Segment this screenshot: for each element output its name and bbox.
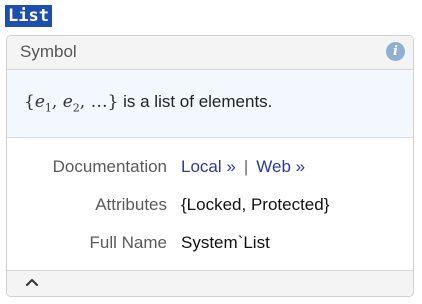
fullname-value: System`List [181,233,270,252]
documentation-row: Documentation Local » | Web » [7,154,413,180]
query-label: List [5,5,52,27]
documentation-label: Documentation [52,157,167,176]
attributes-value: {Locked, Protected} [181,195,330,214]
details-section: Documentation Local » | Web » Attributes {… [7,138,413,271]
symbol-card: Symbol i {e1, e2, …} is a list of elemen… [6,35,414,297]
fullname-label: Full Name [89,233,167,252]
usage-section: {e1, e2, …} is a list of elements. [7,70,413,138]
attributes-label: Attributes [95,195,167,214]
card-title: Symbol [20,42,77,61]
web-doc-link[interactable]: Web » [256,157,305,176]
local-doc-link[interactable]: Local » [181,157,236,176]
chevron-up-icon[interactable] [26,278,38,286]
fullname-row: Full Name System`List [7,230,413,256]
usage-expression: {e1, e2, …} [24,92,119,115]
link-separator: | [243,157,249,176]
attributes-row: Attributes {Locked, Protected} [7,192,413,218]
info-icon[interactable]: i [386,42,405,61]
usage-line: {e1, e2, …} is a list of elements. [24,92,272,114]
card-footer [7,270,413,296]
usage-description: is a list of elements. [118,92,273,111]
card-header: Symbol i [7,36,413,70]
documentation-links: Local » | Web » [181,154,305,180]
